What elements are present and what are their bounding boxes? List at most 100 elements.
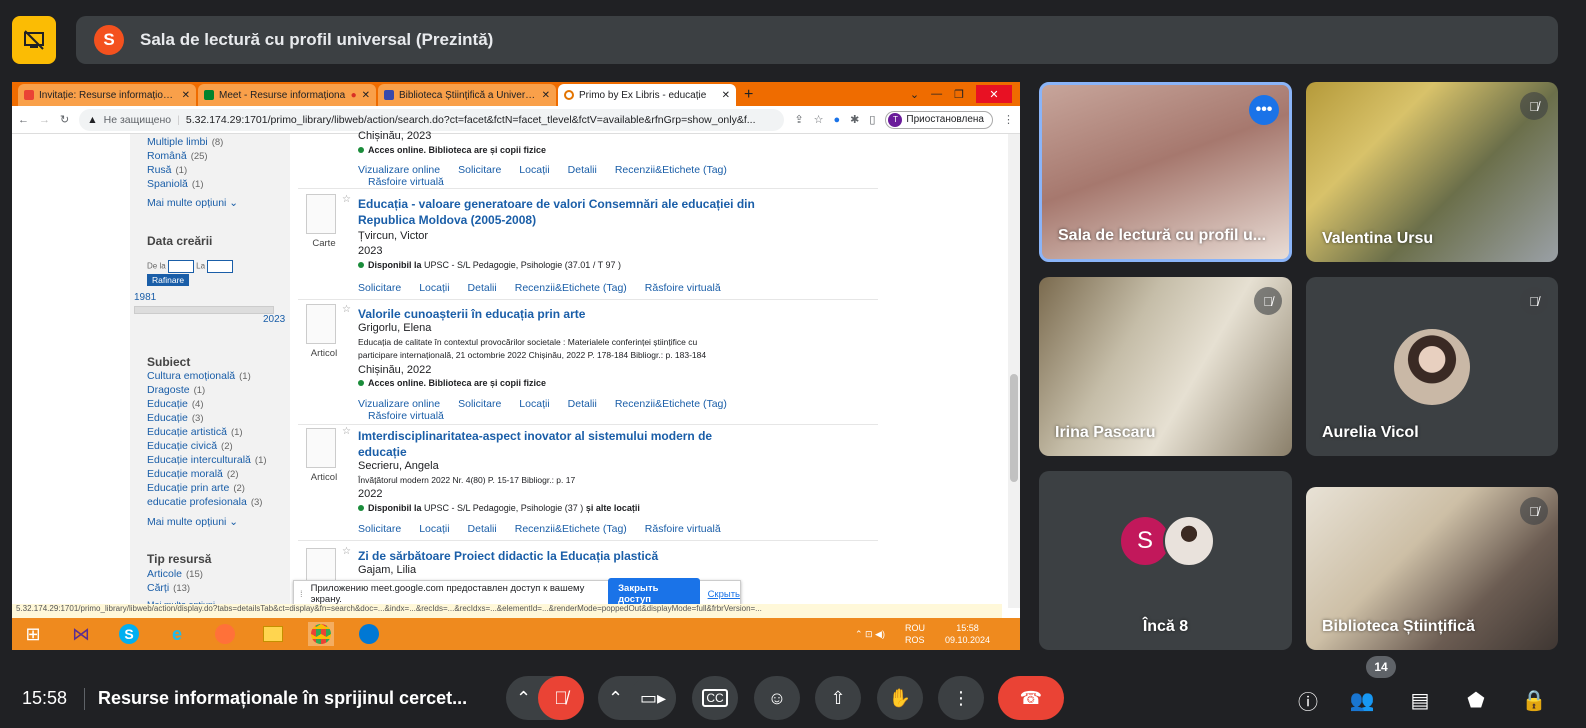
facet-subject[interactable]: Educație morală (2)	[147, 468, 239, 480]
camera-toggle-button[interactable]: ▭▸	[630, 676, 676, 720]
tab-close-icon[interactable]: ✕	[722, 90, 730, 101]
reload-icon[interactable]: ↻	[60, 113, 69, 126]
participant-tile[interactable]: 🎙̸ Aurelia Vicol	[1306, 277, 1558, 456]
chevron-up-icon[interactable]: ⌃	[608, 688, 623, 709]
reviews-link[interactable]: Recenzii&Etichete (Tag)	[515, 523, 627, 535]
sidepanel-icon[interactable]: ▯	[869, 113, 875, 126]
result-title[interactable]: Educația - valoare generatoare de valori…	[358, 196, 778, 228]
details-link[interactable]: Detalii	[568, 164, 597, 176]
participant-tile[interactable]: ••• Sala de lectură cu profil u...	[1039, 82, 1292, 262]
language-indicator[interactable]: ROU ROS	[905, 622, 925, 646]
facet-language[interactable]: Spaniolă (1)	[147, 178, 204, 190]
reviews-link[interactable]: Recenzii&Etichete (Tag)	[515, 282, 627, 294]
facet-subject[interactable]: Educație interculturală (1)	[147, 454, 267, 466]
browser-tab-library[interactable]: Biblioteca Științifică a Universităț ✕	[378, 84, 556, 106]
locations-link[interactable]: Locații	[419, 282, 449, 294]
result-title[interactable]: Valorile cunoașterii în educația prin ar…	[358, 306, 758, 322]
more-options-link[interactable]: Mai multe opțiuni ⌄	[147, 516, 238, 528]
facet-subject[interactable]: Dragoste (1)	[147, 384, 205, 396]
tab-close-icon[interactable]: ✕	[182, 90, 190, 101]
facet-subject[interactable]: Cultura emoțională (1)	[147, 370, 251, 382]
reviews-link[interactable]: Recenzii&Etichete (Tag)	[615, 398, 727, 410]
facet-language[interactable]: Română (25)	[147, 150, 208, 162]
facet-resource[interactable]: Articole (15)	[147, 568, 203, 580]
leave-call-button[interactable]: ☎	[998, 676, 1064, 720]
drag-handle-icon[interactable]: ⁞	[300, 589, 303, 600]
skype-icon[interactable]: S	[116, 622, 142, 646]
facet-resource[interactable]: Cărți (13)	[147, 582, 190, 594]
result-title[interactable]: Imterdisciplinaritatea-aspect inovator a…	[358, 428, 738, 460]
participant-tile[interactable]: 🎙̸ Irina Pascaru	[1039, 277, 1292, 456]
puzzle-icon[interactable]: ✱	[850, 113, 859, 126]
facet-subject[interactable]: Educație prin arte (2)	[147, 482, 245, 494]
ie-icon[interactable]: e	[164, 622, 190, 646]
star-icon[interactable]: ☆	[342, 426, 351, 437]
present-button[interactable]: ⇧	[815, 676, 861, 720]
star-icon[interactable]: ☆	[342, 304, 351, 315]
profile-button[interactable]: T Приостановлена	[885, 110, 993, 129]
chat-button[interactable]: ▤	[1404, 684, 1436, 716]
date-to-input[interactable]	[207, 260, 234, 273]
date-from-input[interactable]	[167, 260, 194, 273]
request-link[interactable]: Solicitare	[358, 282, 401, 294]
people-button[interactable]: 👥	[1346, 684, 1378, 716]
locations-link[interactable]: Locații	[519, 164, 549, 176]
page-scrollbar[interactable]	[1008, 134, 1020, 608]
window-close-icon[interactable]: ✕	[976, 85, 1012, 103]
captions-button[interactable]: CC	[692, 676, 738, 720]
details-link[interactable]: Detalii	[468, 282, 497, 294]
reactions-button[interactable]: ☺	[754, 676, 800, 720]
locations-link[interactable]: Locații	[419, 523, 449, 535]
participant-tile-more[interactable]: S Încă 8	[1039, 471, 1292, 650]
restore-icon[interactable]: ❐	[954, 88, 964, 101]
star-icon[interactable]: ☆	[342, 546, 351, 557]
tray-icons[interactable]: ⌃ ⊡ ◀)	[855, 629, 885, 640]
host-controls-button[interactable]: 🔒	[1518, 684, 1550, 716]
view-online-link[interactable]: Vizualizare online	[358, 164, 440, 176]
more-options-button[interactable]: ⋮	[938, 676, 984, 720]
mic-toggle-button[interactable]: 🎙̸	[538, 676, 584, 720]
bookmark-star-icon[interactable]: ☆	[814, 113, 824, 126]
chevron-up-icon[interactable]: ⌃	[516, 688, 531, 709]
details-link[interactable]: Detalii	[468, 523, 497, 535]
browser-tab-meet[interactable]: Meet - Resurse informaționa ● ✕	[198, 84, 376, 106]
virtual-browse-link[interactable]: Răsfoire virtuală	[368, 410, 444, 422]
browser-tab-gmail[interactable]: Invitație: Resurse informaționale ✕	[18, 84, 196, 106]
date-slider[interactable]	[134, 306, 274, 314]
tab-search-icon[interactable]: ⌄	[910, 88, 919, 101]
new-tab-icon[interactable]: +	[744, 86, 753, 104]
star-icon[interactable]: ☆	[342, 194, 351, 205]
windows-start-icon[interactable]: ⊞	[20, 622, 46, 646]
chrome-icon[interactable]	[308, 622, 334, 646]
menu-kebab-icon[interactable]: ⋮	[1003, 113, 1014, 126]
activities-button[interactable]: ⬟	[1460, 684, 1492, 716]
raise-hand-button[interactable]: ✋	[877, 676, 923, 720]
facet-subject[interactable]: Educație (4)	[147, 398, 204, 410]
reviews-link[interactable]: Recenzii&Etichete (Tag)	[615, 164, 727, 176]
minimize-icon[interactable]: —	[931, 88, 942, 100]
facet-subject[interactable]: Educație (3)	[147, 412, 204, 424]
view-online-link[interactable]: Vizualizare online	[358, 398, 440, 410]
url-input[interactable]: ▲ Не защищено | 5.32.174.29:1701/primo_l…	[79, 108, 785, 131]
facet-subject[interactable]: Educație artistică (1)	[147, 426, 243, 438]
refine-button[interactable]: Rafinare	[147, 274, 190, 286]
browser-tab-primo[interactable]: Primo by Ex Libris - educație ✕	[558, 84, 736, 106]
firefox-icon[interactable]	[212, 622, 238, 646]
result-title[interactable]: Zi de sărbătoare Proiect didactic la Edu…	[358, 548, 758, 564]
facet-language[interactable]: Multiple limbi (8)	[147, 136, 223, 148]
participant-tile[interactable]: 🎙̸ Valentina Ursu	[1306, 82, 1558, 262]
tab-close-icon[interactable]: ✕	[542, 90, 550, 101]
facet-language[interactable]: Rusă (1)	[147, 164, 187, 176]
back-icon[interactable]: ←	[18, 114, 29, 126]
share-icon[interactable]: ⇪	[794, 113, 803, 126]
edge-icon[interactable]	[356, 622, 382, 646]
visual-studio-icon[interactable]: ⋈	[68, 622, 94, 646]
tab-close-icon[interactable]: ✕	[362, 90, 370, 101]
virtual-browse-link[interactable]: Răsfoire virtuală	[645, 282, 721, 294]
locations-link[interactable]: Locații	[519, 398, 549, 410]
request-link[interactable]: Solicitare	[358, 523, 401, 535]
request-link[interactable]: Solicitare	[458, 398, 501, 410]
virtual-browse-link[interactable]: Răsfoire virtuală	[645, 523, 721, 535]
virtual-browse-link[interactable]: Răsfoire virtuală	[368, 176, 444, 188]
facet-subject[interactable]: educatie profesionala (3)	[147, 496, 262, 508]
